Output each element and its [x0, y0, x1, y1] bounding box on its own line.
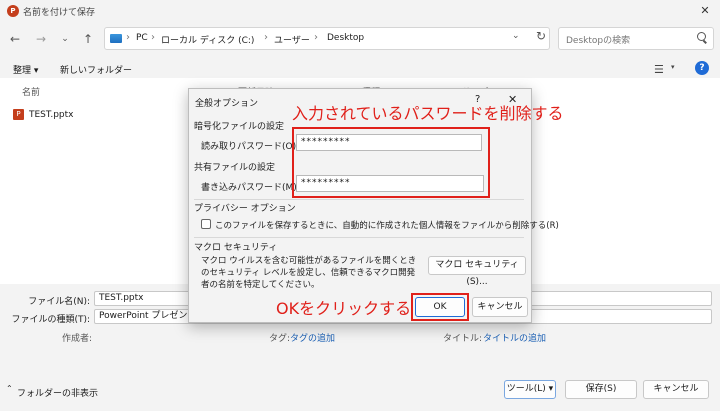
dialog-title: 全般オプション — [195, 99, 259, 109]
encrypt-section-label: 暗号化ファイルの設定 — [194, 122, 285, 132]
privacy-checkbox[interactable] — [201, 219, 211, 229]
help-icon[interactable]: ? — [695, 61, 709, 75]
window-close-button[interactable]: ✕ — [696, 2, 714, 20]
breadcrumb-local-disk[interactable]: ローカル ディスク (C:) — [161, 33, 254, 46]
chevron-up-icon[interactable]: ⌃ — [6, 384, 13, 393]
back-arrow-icon[interactable]: ← — [6, 30, 24, 48]
divider — [194, 237, 524, 238]
privacy-checkbox-label[interactable]: このファイルを保存するときに、自動的に作成された個人情報をファイルから削除する(… — [215, 219, 559, 231]
tags-label: タグ: — [269, 334, 291, 344]
search-icon[interactable] — [697, 32, 706, 41]
ok-highlight-box — [411, 293, 469, 321]
list-item[interactable]: TEST.pptx — [29, 110, 73, 120]
macro-description: マクロ ウイルスを含む可能性があるファイルを開くときのセキュリティ レベルを設定… — [201, 256, 417, 290]
save-button[interactable]: 保存(S) — [565, 380, 637, 399]
password-highlight-box — [292, 127, 490, 198]
column-header-name[interactable]: 名前 — [22, 85, 40, 98]
title-label: タイトル: — [443, 334, 483, 344]
modify-password-label: 書き込みパスワード(M): — [201, 183, 300, 193]
view-dropdown-icon[interactable]: ▾ — [671, 63, 675, 71]
author-label: 作成者: — [62, 334, 93, 344]
ok-annotation: OKをクリックする — [276, 299, 412, 318]
breadcrumb-pc[interactable]: PC — [136, 33, 148, 43]
filename-label: ファイル名(N): — [28, 297, 90, 307]
open-password-label: 読み取りパスワード(O): — [201, 142, 300, 152]
breadcrumb-users[interactable]: ユーザー — [274, 33, 310, 46]
macro-section-label: マクロ セキュリティ — [194, 243, 278, 253]
password-annotation: 入力されているパスワードを削除する — [292, 104, 564, 123]
hide-folders-button[interactable]: フォルダーの非表示 — [17, 386, 98, 399]
up-arrow-icon[interactable]: ↑ — [79, 30, 97, 48]
privacy-section-label: プライバシー オプション — [194, 204, 296, 214]
pc-icon — [110, 34, 122, 43]
search-placeholder: Desktopの検索 — [566, 36, 631, 46]
powerpoint-app-icon: P — [7, 5, 19, 17]
view-options-icon[interactable]: ☰ — [654, 63, 664, 76]
share-section-label: 共有ファイルの設定 — [194, 163, 276, 173]
cancel-button[interactable]: キャンセル — [643, 380, 709, 399]
breadcrumb-desktop[interactable]: Desktop — [327, 33, 364, 43]
add-tag-link[interactable]: タグの追加 — [290, 331, 335, 344]
window-title: 名前を付けて保存 — [23, 8, 96, 18]
divider — [194, 199, 524, 200]
organize-button[interactable]: 整理 ▾ — [13, 63, 38, 76]
address-dropdown-icon[interactable]: ⌄ — [512, 31, 520, 41]
breadcrumb-separator-icon: › — [151, 32, 155, 43]
forward-arrow-icon[interactable]: → — [32, 30, 50, 48]
breadcrumb-separator-icon: › — [264, 32, 268, 43]
refresh-icon[interactable]: ↻ — [536, 29, 546, 43]
new-folder-button[interactable]: 新しいフォルダー — [60, 63, 132, 76]
tools-button[interactable]: ツール(L) ▾ — [504, 380, 556, 399]
macro-security-button[interactable]: マクロ セキュリティ(S)... — [428, 256, 526, 287]
filetype-label: ファイルの種類(T): — [11, 315, 90, 325]
add-title-link[interactable]: タイトルの追加 — [483, 331, 546, 344]
breadcrumb-separator-icon: › — [314, 32, 318, 43]
pptx-file-icon: P — [13, 109, 24, 120]
title-bar — [0, 0, 720, 22]
breadcrumb-separator-icon: › — [126, 32, 130, 43]
dialog-cancel-button[interactable]: キャンセル — [472, 297, 528, 317]
recent-locations-chevron-icon[interactable]: ⌄ — [56, 30, 74, 48]
